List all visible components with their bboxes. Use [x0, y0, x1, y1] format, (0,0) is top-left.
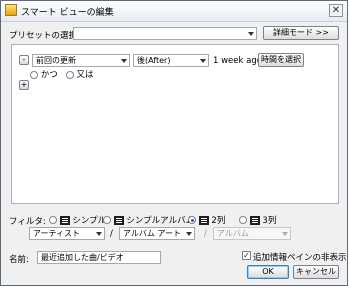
- three-column-view-icon: [249, 215, 260, 225]
- or-radio[interactable]: [65, 70, 74, 79]
- filter-simple-album-label: シンプルアルバム: [126, 216, 195, 226]
- rule-value-text: 1 week ago: [213, 56, 262, 66]
- rule-operator-combo[interactable]: 後(After): [133, 54, 209, 67]
- preset-label: プリセットの選択:: [9, 31, 80, 41]
- and-label: かつ: [40, 70, 58, 80]
- edit-smart-view-dialog: スマート ビューの編集 ✕ プリセットの選択: 詳細モード >> - 前回の更新…: [0, 0, 348, 286]
- filter-simple-album-radio[interactable]: [103, 216, 111, 224]
- filter-column1-combo[interactable]: アーティスト: [29, 227, 105, 240]
- details-mode-button[interactable]: 詳細モード >>: [263, 26, 339, 40]
- close-button[interactable]: ✕: [329, 4, 343, 17]
- rule-field-dropdown-arrow-icon: [121, 59, 127, 63]
- filter-2-columns-label: 2列: [211, 216, 226, 226]
- column-separator-1: /: [110, 229, 113, 239]
- add-rule-button[interactable]: +: [19, 80, 29, 90]
- filter-simple-radio[interactable]: [49, 216, 57, 224]
- ok-button[interactable]: OK: [247, 265, 289, 279]
- or-label: 又は: [76, 70, 94, 80]
- filter-column2-value: アルバム アート: [123, 229, 181, 238]
- filter-option-2-columns[interactable]: 2列: [188, 214, 225, 226]
- filter-column3-value: アルバム: [217, 229, 249, 238]
- filter-3-columns-radio[interactable]: [239, 216, 247, 224]
- filter-column1-dropdown-arrow-icon: [96, 232, 102, 236]
- select-time-button[interactable]: 時間を選択: [258, 53, 304, 67]
- filter-option-3-columns[interactable]: 3列: [239, 214, 276, 226]
- filter-label: フィルタ:: [9, 217, 46, 227]
- two-column-view-icon: [198, 215, 209, 225]
- simple-album-view-icon: [113, 215, 124, 225]
- rule-field-combo[interactable]: 前回の更新: [32, 54, 130, 67]
- filter-column2-combo[interactable]: アルバム アート: [119, 227, 195, 240]
- rule-operator-dropdown-arrow-icon: [200, 59, 206, 63]
- filter-simple-label: シンプル: [72, 216, 107, 226]
- simple-view-icon: [59, 215, 70, 225]
- title-bar: スマート ビューの編集 ✕: [1, 1, 347, 22]
- rules-panel: - 前回の更新 後(After) 1 week ago 時間を選択 かつ 又は …: [11, 44, 339, 204]
- app-icon: [5, 4, 17, 16]
- hide-info-pane-label: 追加情報ペインの非表示: [253, 253, 347, 263]
- preset-dropdown-arrow-icon: [248, 32, 254, 36]
- filter-option-simple[interactable]: シンプル: [49, 214, 106, 226]
- name-label: 名前:: [9, 255, 29, 265]
- rule-field-value: 前回の更新: [36, 56, 76, 65]
- filter-2-columns-radio[interactable]: [188, 216, 196, 224]
- filter-column1-value: アーティスト: [33, 229, 81, 238]
- hide-info-pane-checkbox[interactable]: ✓: [242, 251, 251, 260]
- cancel-button[interactable]: キャンセル: [293, 265, 339, 279]
- and-radio[interactable]: [30, 70, 38, 79]
- name-input[interactable]: [37, 251, 161, 264]
- rule-operator-value: 後(After): [137, 56, 171, 65]
- filter-option-simple-album[interactable]: シンプルアルバム: [103, 214, 194, 226]
- preset-combo[interactable]: [73, 27, 257, 40]
- filter-3-columns-label: 3列: [262, 216, 277, 226]
- remove-rule-button[interactable]: -: [19, 55, 29, 65]
- filter-column2-dropdown-arrow-icon: [186, 232, 192, 236]
- column-separator-2: /: [204, 229, 207, 239]
- and-or-options: かつ 又は: [30, 68, 94, 80]
- filter-column3-dropdown-arrow-icon: [282, 232, 288, 236]
- window-title: スマート ビューの編集: [21, 8, 114, 18]
- filter-column3-combo: アルバム: [213, 227, 291, 240]
